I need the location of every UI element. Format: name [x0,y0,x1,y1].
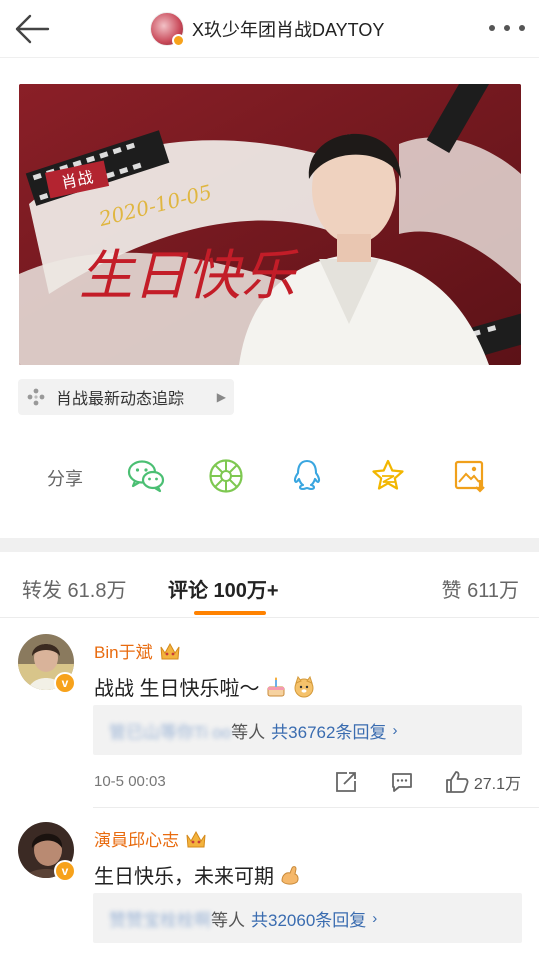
muscle-emoji-icon [281,865,299,885]
thumbs-up-icon [445,771,469,793]
account-title[interactable]: X玖少年团肖战DAYTOY [150,12,385,47]
back-icon[interactable] [12,12,52,46]
qq-icon[interactable] [289,458,325,494]
share-row: 分享 [0,445,539,505]
verified-badge-icon [172,34,185,47]
more-options-icon[interactable] [489,16,525,40]
tab-comments[interactable]: 评论 100万+ [168,574,279,603]
comment-time: 10-5 00:03 [94,773,166,790]
tab-reposts[interactable]: 转发 61.8万 [22,574,126,603]
save-image-icon[interactable] [452,458,488,494]
comment-body: 生日快乐，未来可期 [94,866,274,888]
topic-label: 肖战最新动态追踪 [56,391,185,408]
comment-divider [93,807,539,808]
verified-badge-icon: v [54,672,76,694]
top-bar: X玖少年团肖战DAYTOY [0,0,539,58]
signature-text: 生日快乐 [79,244,299,307]
comment-actions: 27.1万 [318,767,521,797]
chevron-right-icon: › [392,721,398,739]
section-divider [0,538,539,552]
comment-text: 战战 生日快乐啦～ [94,672,316,701]
replies-summary[interactable]: 管已山等你Ti oo 等人 共36762条回复 › [93,705,522,755]
share-label: 分享 [47,469,83,489]
comment-body: 战战 生日快乐啦～ [94,678,260,700]
reply-count: 共32060条回复 [251,910,367,930]
page-title: X玖少年团肖战DAYTOY [192,20,385,40]
reply-users: 赞赞宝栓栓啊 [109,910,211,930]
active-tab-indicator [194,611,266,615]
wechat-icon[interactable] [127,458,165,494]
verified-badge-icon: v [54,860,76,882]
comment-author[interactable]: 演員邱心志 [94,826,207,851]
tab-likes[interactable]: 赞 611万 [442,574,519,603]
reply-count: 共36762条回复 [271,722,387,742]
chevron-right-icon: ▶ [216,390,226,404]
supertopic-icon [26,387,46,407]
comment-author[interactable]: Bin于斌 [94,638,181,663]
replies-summary[interactable]: 赞赞宝栓栓啊 等人 共32060条回复 › [93,893,522,943]
reply-suffix: 等人 [211,910,245,930]
topic-chip[interactable]: 肖战最新动态追踪 ▶ [18,379,234,415]
author-name: 演員邱心志 [94,831,179,850]
chevron-right-icon: › [372,909,378,927]
account-avatar[interactable] [150,12,185,47]
moments-icon[interactable] [208,458,244,494]
comment-text: 生日快乐，未来可期 [94,860,302,889]
reply-users: 管已山等你Ti oo [109,722,232,742]
like-button[interactable]: 27.1万 [430,767,521,797]
crown-badge-icon [186,830,206,847]
interaction-tabs: 转发 61.8万 评论 100万+ 赞 611万 [0,552,539,618]
doge-emoji-icon [294,675,314,697]
repost-icon[interactable] [318,767,374,797]
crown-badge-icon [160,642,180,659]
reply-icon[interactable] [374,767,430,797]
post-banner-image[interactable]: 肖战 2020-10-05 生日快乐 [19,84,521,365]
author-name: Bin于斌 [94,643,153,662]
qzone-icon[interactable] [370,458,406,494]
reply-suffix: 等人 [231,722,266,742]
like-count: 27.1万 [473,776,521,793]
cake-emoji-icon [267,676,285,696]
